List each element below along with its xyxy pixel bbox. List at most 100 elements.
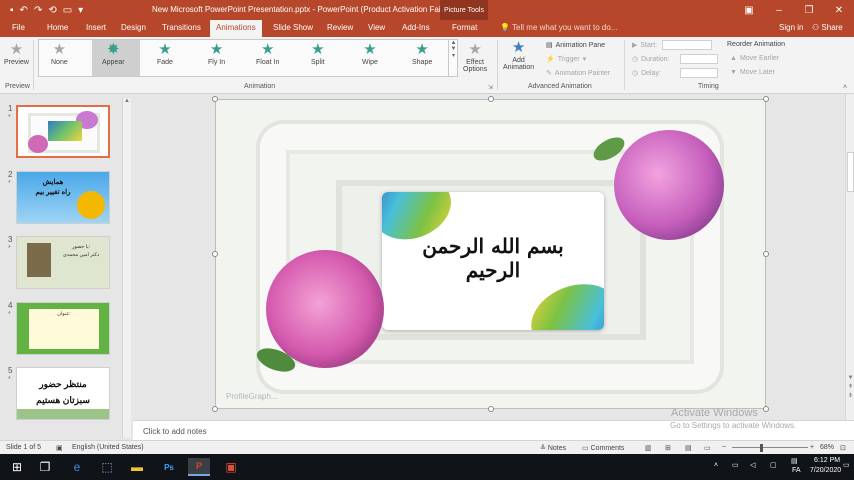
task-view-icon[interactable]: ❐	[34, 458, 56, 476]
volume-icon[interactable]: ◁	[750, 461, 755, 469]
zoom-slider[interactable]	[732, 447, 808, 448]
tab-review[interactable]: Review	[327, 23, 353, 32]
slideshow-start-icon[interactable]: ▭	[63, 5, 72, 16]
animation-fly-in[interactable]: ★ Fly In	[208, 41, 225, 66]
clock-time[interactable]: 6:12 PM	[814, 457, 840, 464]
slide-thumbnail-4[interactable]: عنوان:	[16, 302, 110, 355]
tell-me-box[interactable]: 💡 Tell me what you want to do...	[500, 23, 617, 32]
animation-wipe[interactable]: ★ Wipe	[362, 41, 378, 66]
clock-date[interactable]: 7/20/2020	[810, 467, 841, 474]
windows-start-icon[interactable]: ⊞	[6, 458, 28, 476]
resize-handle[interactable]	[763, 251, 769, 257]
start-dropdown[interactable]	[662, 40, 712, 50]
slide-1-canvas[interactable]: بسم الله الرحمن الرحیم ProfileGraph...	[215, 99, 766, 409]
delay-field[interactable]	[680, 68, 718, 78]
slideshow-view-icon[interactable]: ▭	[704, 444, 711, 452]
slide-scrollbar[interactable]: ▼ ⇞ ⇟	[845, 94, 854, 420]
input-language[interactable]: FA	[792, 467, 801, 474]
tab-home[interactable]: Home	[47, 23, 68, 32]
tray-chevron-icon[interactable]: ˄	[714, 462, 718, 469]
recorder-app-icon[interactable]: ▣	[220, 458, 242, 476]
tab-add-ins[interactable]: Add-Ins	[402, 23, 430, 32]
tab-insert[interactable]: Insert	[86, 23, 106, 32]
notes-placeholder: Click to add notes	[143, 427, 207, 436]
restore-button[interactable]: ❐	[794, 0, 824, 20]
animation-pane-button[interactable]: ▤ Animation Pane	[546, 41, 605, 50]
redo-icon[interactable]: ↷	[34, 5, 42, 16]
tab-design[interactable]: Design	[121, 23, 146, 32]
animation-none[interactable]: ★ None	[51, 41, 68, 66]
add-animation-button[interactable]: ★ Add Animation	[503, 39, 534, 71]
share-button[interactable]: ⚇ Share	[812, 23, 843, 32]
tab-animations[interactable]: Animations	[210, 20, 262, 37]
slide-thumbnail-1[interactable]	[16, 105, 110, 158]
animation-shape[interactable]: ★ Shape	[412, 41, 432, 66]
action-center-icon[interactable]: ▭	[843, 461, 850, 469]
effect-options-button[interactable]: ★ Effect Options	[463, 41, 487, 73]
ribbon-tabs: File Home Insert Design Transitions Anim…	[0, 20, 854, 37]
zoom-level[interactable]: 68%	[820, 444, 834, 451]
notifications-tray-icon[interactable]: ▢	[770, 461, 777, 469]
reading-view-icon[interactable]: ▤	[685, 444, 692, 452]
close-button[interactable]: ✕	[824, 0, 854, 20]
normal-view-icon[interactable]: ▥	[645, 444, 652, 452]
ribbon-display-icon[interactable]: ▣	[734, 0, 764, 20]
resize-handle[interactable]	[763, 96, 769, 102]
tab-transitions[interactable]: Transitions	[162, 23, 201, 32]
thumbnails-scrollbar[interactable]: ▲	[122, 98, 131, 438]
resize-handle[interactable]	[763, 406, 769, 412]
notes-toggle[interactable]: ≜ Notes	[540, 444, 566, 452]
powerpoint-icon[interactable]: P	[188, 458, 210, 476]
keyboard-icon[interactable]: ▤	[791, 457, 798, 465]
animation-appear[interactable]: ✸ Appear	[102, 41, 125, 66]
slide-thumbnail-5[interactable]: منتظر حضور سبزتان هستیم	[16, 367, 110, 420]
scroll-up-icon[interactable]: ▲	[123, 98, 131, 104]
file-explorer-icon[interactable]: ▬	[126, 458, 148, 476]
spellcheck-icon[interactable]: ▣	[56, 444, 63, 452]
comments-toggle[interactable]: ▭ Comments	[582, 444, 624, 452]
store-icon[interactable]: ⬚	[96, 458, 118, 476]
animation-split[interactable]: ★ Split	[311, 41, 325, 66]
resize-handle[interactable]	[488, 96, 494, 102]
slide-thumbnail-2[interactable]: همایش راه تغییر بیم	[16, 171, 110, 224]
move-earlier-button[interactable]: ▲ Move Earlier	[730, 55, 779, 62]
zoom-slider-thumb[interactable]	[760, 444, 763, 452]
preview-button[interactable]: ★ Preview	[4, 41, 29, 66]
tab-slide-show[interactable]: Slide Show	[273, 23, 313, 32]
slide-thumbnails-pane: 1 * 2 * همایش راه تغییر بیم 3 * با حضور:…	[0, 94, 133, 440]
slide-sorter-icon[interactable]: ⊞	[665, 444, 671, 452]
zoom-in-button[interactable]: +	[810, 444, 814, 451]
trigger-button[interactable]: ⚡ Trigger ▾	[546, 55, 586, 64]
notes-pane[interactable]: Click to add notes Go to Settings to act…	[133, 420, 854, 440]
scroll-arrows-icon[interactable]: ▼ ⇞ ⇟	[846, 374, 854, 401]
gallery-scroll[interactable]: ▲ ▼ ▾	[448, 40, 458, 76]
duration-field[interactable]	[680, 54, 718, 64]
zoom-out-button[interactable]: −	[722, 444, 726, 451]
tab-view[interactable]: View	[368, 23, 385, 32]
animation-float-in[interactable]: ★ Float In	[256, 41, 279, 66]
fit-slide-icon[interactable]: ⊡	[840, 444, 846, 452]
save-icon[interactable]: ▪	[10, 5, 14, 16]
animation-painter-button[interactable]: ✎ Animation Painter	[546, 69, 610, 78]
tab-file[interactable]: File	[12, 23, 25, 32]
slide-thumbnail-3[interactable]: با حضور: دکتر امین محمدی	[16, 236, 110, 289]
customize-qat-icon[interactable]: ▾	[78, 5, 83, 16]
scroll-thumb[interactable]	[847, 152, 854, 192]
sign-in-link[interactable]: Sign in	[779, 23, 803, 32]
resize-handle[interactable]	[212, 96, 218, 102]
resize-handle[interactable]	[488, 406, 494, 412]
animation-fade[interactable]: ★ Fade	[157, 41, 173, 66]
minimize-button[interactable]: –	[764, 0, 794, 20]
photoshop-icon[interactable]: Ps	[158, 458, 180, 476]
animation-group-launcher-icon[interactable]: ⇲	[488, 84, 493, 91]
tab-format[interactable]: Format	[452, 23, 477, 32]
resize-handle[interactable]	[212, 251, 218, 257]
language-indicator[interactable]: English (United States)	[72, 444, 144, 451]
move-later-button[interactable]: ▼ Move Later	[730, 69, 775, 76]
resize-handle[interactable]	[212, 406, 218, 412]
collapse-ribbon-icon[interactable]: ˄	[843, 84, 847, 91]
repeat-icon[interactable]: ⟲	[48, 5, 56, 16]
edge-browser-icon[interactable]: e	[66, 458, 88, 476]
network-icon[interactable]: ▭	[732, 461, 739, 469]
undo-icon[interactable]: ↶	[20, 5, 28, 16]
